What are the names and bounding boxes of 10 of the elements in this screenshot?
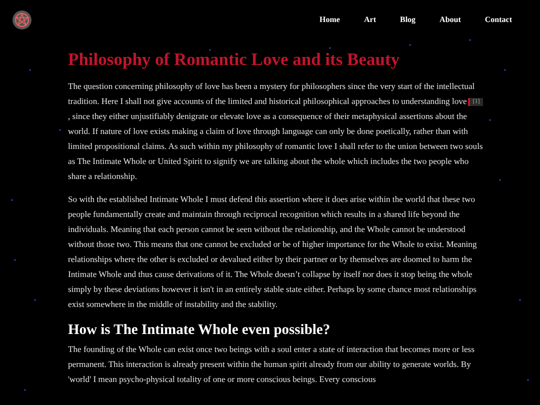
nav-link[interactable]: Blog [400,14,416,26]
section-heading: How is The Intimate Whole even possible? [68,321,332,340]
nav-link[interactable]: Art [364,14,376,26]
nav-link[interactable]: About [440,14,461,26]
pentagram-logo-icon[interactable] [12,10,32,30]
nav-link[interactable]: Home [320,14,340,26]
paragraph: So with the established Intimate Whole I must defend this assertion where it does arise within the world that these two people fundamentally create and maintain through reciprocal recognition which results in a shared life beyond the individuals. Meaning that each person cannot be seen without the relationship, and the Whole cannot be understood without those two. This means that one cannot be excluded or be of higher importance for the Whole to exist. Meaning relationships where the other is excluded or devalued either by their partner or by themselves are doomed to harm the Intimate Whole and thus cause derivations of it. The Whole doesn’t collapse by itself nor does it stop being the whole simply by these deviations however it isn't in an entirely stable state either. Perhaps by some chance most relationships exist somewhere in the middle of instability and the stability. [68,193,478,311]
nav-link[interactable]: Contact [484,14,512,26]
paragraph: The founding of the Whole can exist once two beings with a soul enter a state of interaction that becomes more or less permanent. This interaction is already present within the human spirit already from our ability to generate worlds. By 'world' I mean psycho-physical totality of one or more conscious beings. Every conscious [68,343,476,386]
article-title: Philosophy of Romantic Love and its Beauty [68,48,401,70]
